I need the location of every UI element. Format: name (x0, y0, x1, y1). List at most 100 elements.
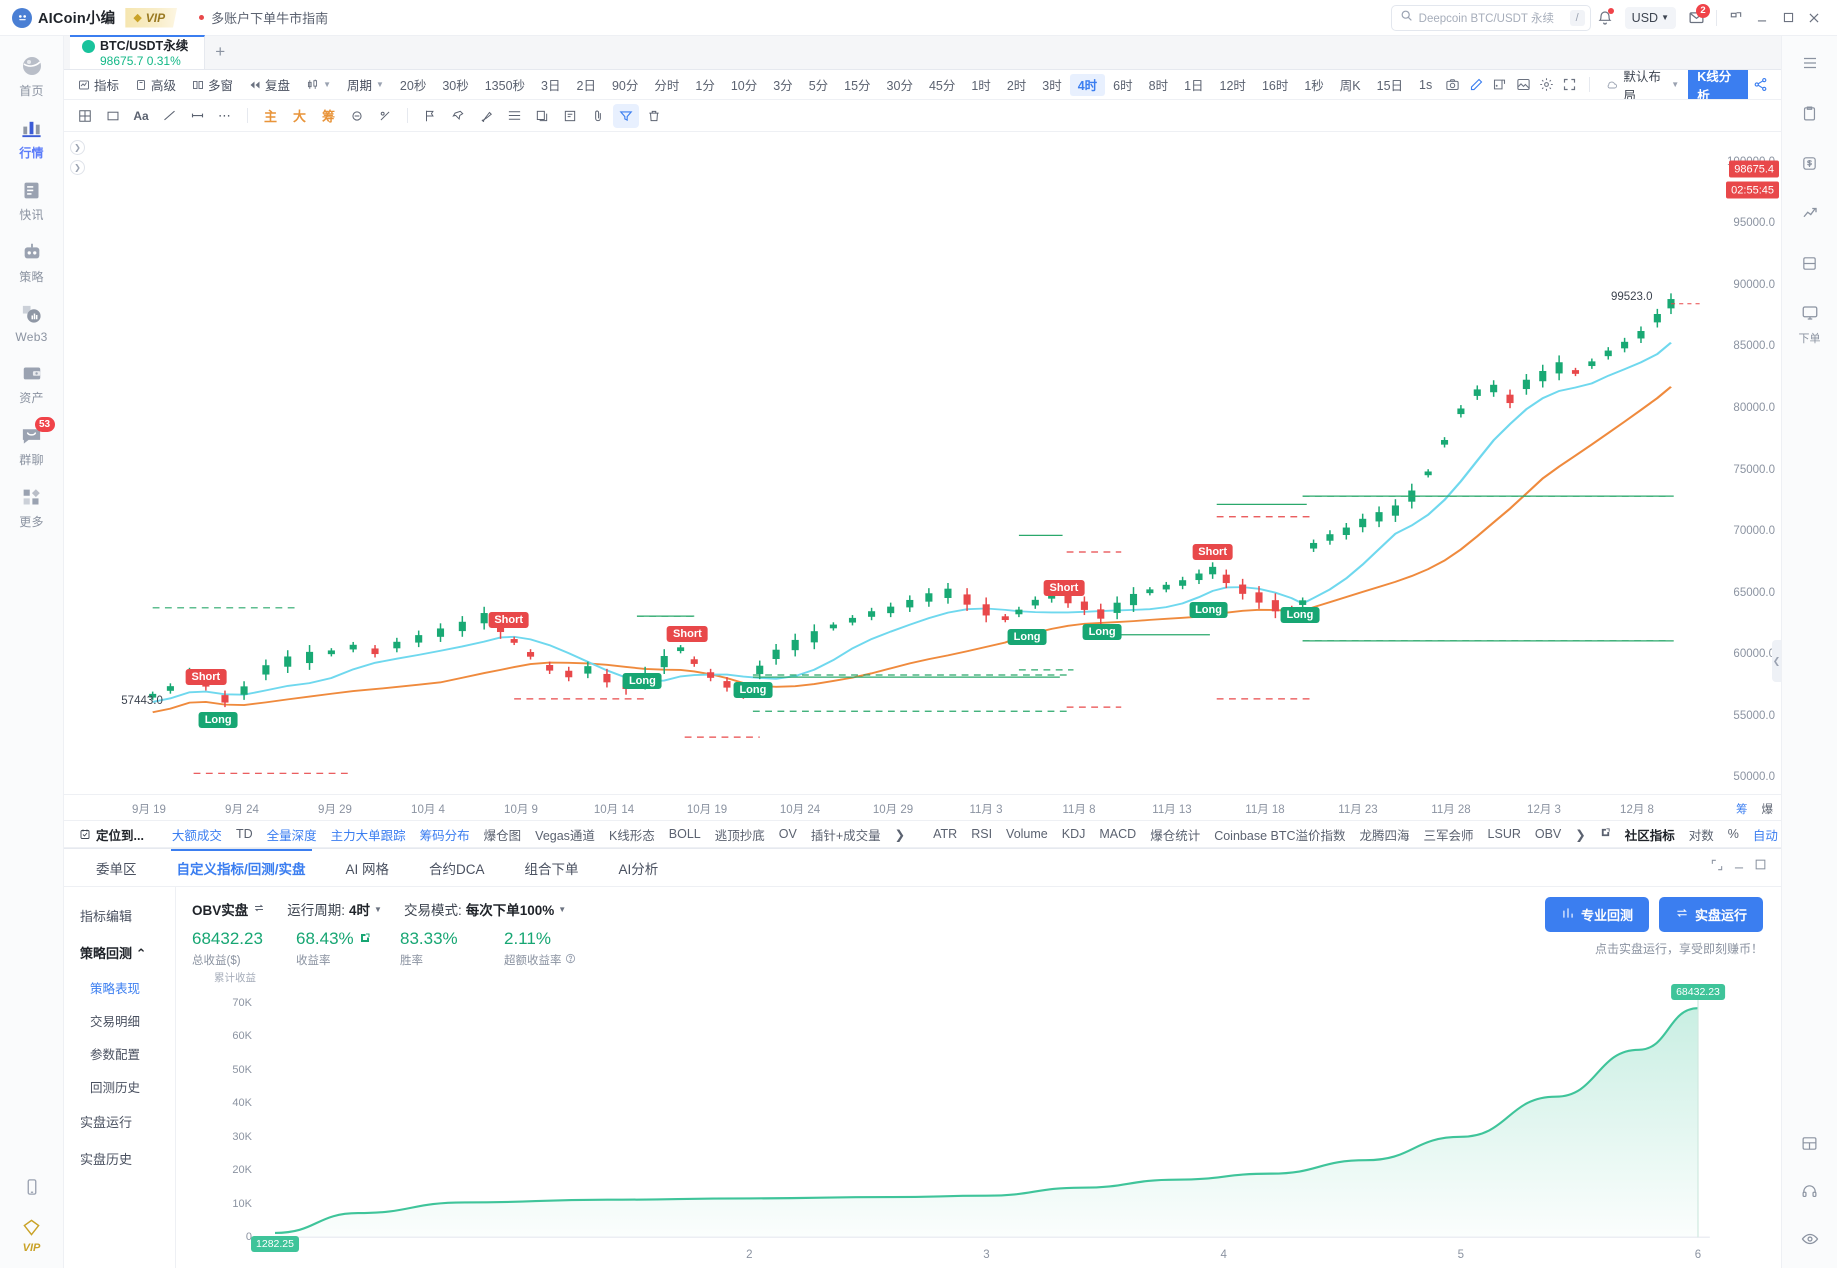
live-run-button[interactable]: 实盘运行 (1658, 897, 1763, 932)
filter-icon[interactable] (613, 103, 640, 128)
add-tab-button[interactable]: + (205, 35, 235, 69)
timeframe-15日[interactable]: 15日 (1369, 74, 1411, 96)
eye-icon[interactable] (1795, 1224, 1825, 1254)
clip-icon[interactable] (585, 104, 611, 128)
bottom-tab-AI分析[interactable]: AI分析 (601, 849, 677, 887)
popout-window-icon[interactable] (1723, 5, 1749, 31)
text-Aa-icon[interactable]: Aa (128, 104, 154, 128)
trend-icon[interactable] (1795, 198, 1825, 228)
notifications-bell-icon[interactable] (1591, 4, 1619, 32)
price-y-axis[interactable]: 100000.095000.090000.085000.080000.07500… (1701, 132, 1781, 794)
indicator-OBV[interactable]: OBV (1528, 827, 1568, 841)
backtest-menu-回测历史[interactable]: 回测历史 (64, 1070, 175, 1103)
measure-icon[interactable] (184, 104, 210, 128)
layout-selector[interactable]: 默认布局 ▼ (1599, 70, 1686, 99)
expand-right-icon-1[interactable]: ❯ (70, 140, 85, 155)
camera-icon[interactable] (1442, 73, 1463, 97)
indicator-next-arrow-2[interactable]: ❯ (1568, 827, 1592, 842)
pin-icon[interactable] (445, 104, 471, 128)
indicator-主力大单跟踪[interactable]: 主力大单跟踪 (324, 825, 413, 844)
signal-short-7[interactable]: Short (1043, 580, 1085, 597)
indicator-Volume[interactable]: Volume (999, 827, 1055, 841)
settings-gear-icon[interactable] (1536, 73, 1557, 97)
timeframe-8时[interactable]: 8时 (1141, 74, 1176, 96)
timeframe-1分[interactable]: 1分 (687, 74, 722, 96)
line-icon[interactable] (156, 104, 182, 128)
timeframe-6时[interactable]: 6时 (1105, 74, 1140, 96)
indicator-TD[interactable]: TD (229, 827, 260, 841)
timeframe-1时[interactable]: 1时 (963, 74, 998, 96)
toolbar-candle-style-button[interactable]: ▼ (298, 73, 339, 97)
timeframe-3日[interactable]: 3日 (533, 74, 568, 96)
indicator-MACD[interactable]: MACD (1092, 827, 1143, 841)
indicator-筹码分布[interactable]: 筹码分布 (413, 825, 477, 844)
sidebar-item-assets[interactable]: 资产 (0, 351, 64, 413)
indicator-逃顶抄底[interactable]: 逃顶抄底 (708, 825, 772, 844)
sidebar-vip[interactable]: VIP (19, 1214, 45, 1254)
draw-main-button[interactable]: 主 (257, 106, 284, 125)
indicator-K线形态[interactable]: K线形态 (602, 825, 662, 844)
run-period-selector[interactable]: 运行周期: 4时 ▼ (287, 899, 382, 919)
signal-long-8[interactable]: Long (1082, 623, 1122, 640)
timeframe-1秒[interactable]: 1秒 (1296, 74, 1331, 96)
backtest-menu-指标编辑[interactable]: 指标编辑 (64, 897, 175, 934)
backtest-menu-参数配置[interactable]: 参数配置 (64, 1037, 175, 1070)
signal-short-4[interactable]: Short (667, 625, 708, 642)
signal-short-9[interactable]: Short (1192, 543, 1233, 560)
timeframe-5分[interactable]: 5分 (801, 74, 836, 96)
backtest-menu-策略表现[interactable]: 策略表现 (64, 971, 175, 1004)
percent-scale-button[interactable]: % (1721, 827, 1746, 841)
rect-icon[interactable] (100, 104, 126, 128)
signal-short-2[interactable]: Short (488, 612, 530, 629)
signal-long-11[interactable]: Long (1280, 607, 1320, 624)
sidebar-item-web3[interactable]: Web3 (0, 292, 64, 351)
indicator-全量深度[interactable]: 全量深度 (260, 825, 324, 844)
sidebar-item-more[interactable]: 更多 (0, 475, 64, 537)
toolbar-period-button[interactable]: 周期 ▼ (339, 73, 392, 97)
indicator-插针+成交量[interactable]: 插针+成交量 (804, 825, 888, 844)
timeframe-10分[interactable]: 10分 (723, 74, 765, 96)
snapshot-icon[interactable] (1489, 73, 1510, 97)
layout-icon[interactable] (1795, 1128, 1825, 1158)
search-box[interactable]: Deepcoin BTC/USDT 永续 / (1390, 4, 1591, 31)
indicator-龙腾四海[interactable]: 龙腾四海 (1353, 825, 1417, 844)
trash-icon[interactable] (641, 104, 667, 128)
backtest-menu-实盘运行[interactable]: 实盘运行 (64, 1103, 175, 1140)
toolbar-multiwindow-button[interactable]: 多窗 (184, 73, 241, 97)
kline-analysis-button[interactable]: K线分析 (1688, 70, 1748, 99)
sidebar-item-market[interactable]: 行情 (0, 106, 64, 168)
panel-collapse-handle[interactable]: ❮ (1772, 640, 1781, 682)
indicator-爆仓统计[interactable]: 爆仓统计 (1143, 825, 1207, 844)
brush-icon[interactable] (473, 104, 499, 128)
bottom-tab-组合下单[interactable]: 组合下单 (507, 849, 597, 887)
timeframe-12时[interactable]: 12时 (1212, 74, 1254, 96)
bottom-tab-自定义指标/回测/实盘[interactable]: 自定义指标/回测/实盘 (159, 848, 324, 887)
indicator-Vegas通道[interactable]: Vegas通道 (528, 825, 602, 844)
crosshair-icon[interactable] (72, 104, 98, 128)
indicator-next-arrow-1[interactable]: ❯ (888, 827, 912, 842)
equity-curve-chart[interactable]: 70K 60K 50K 40K 30K 20K 10K 0 2 3 4 5 6 1282.25 68432.… (192, 972, 1781, 1268)
image-icon[interactable] (1512, 73, 1533, 97)
headset-icon[interactable] (1795, 1176, 1825, 1206)
external-link-icon[interactable] (359, 929, 371, 949)
order-panel-button[interactable]: 下单 (1795, 298, 1825, 346)
notice-banner[interactable]: 多账户下单牛市指南 (199, 8, 328, 27)
indicator-三军会师[interactable]: 三军会师 (1417, 825, 1481, 844)
signal-short-0[interactable]: Short (185, 669, 227, 686)
toolbar-advanced-button[interactable]: 高级 (127, 73, 184, 97)
expand-right-icon-2[interactable]: ❯ (70, 160, 85, 175)
timeframe-3时[interactable]: 3时 (1034, 74, 1069, 96)
price-chart-area[interactable]: ❯ ❯ Short Long Short Long Short Long Long Short… (64, 132, 1781, 794)
timeframe-2时[interactable]: 2时 (999, 74, 1034, 96)
open-external-icon[interactable] (1593, 827, 1618, 841)
indicator-BOLL[interactable]: BOLL (662, 827, 708, 841)
indicator-OV[interactable]: OV (772, 827, 804, 841)
sidebar-item-strategy[interactable]: 策略 (0, 230, 64, 292)
timeframe-分时[interactable]: 分时 (646, 74, 687, 96)
indicator-ATR[interactable]: ATR (926, 827, 964, 841)
signal-long-3[interactable]: Long (622, 673, 662, 690)
backtest-menu-交易明细[interactable]: 交易明细 (64, 1004, 175, 1037)
flag-icon[interactable] (417, 104, 443, 128)
chart-expand-controls[interactable]: ❯ ❯ (70, 140, 85, 175)
share-icon[interactable] (1750, 73, 1771, 97)
